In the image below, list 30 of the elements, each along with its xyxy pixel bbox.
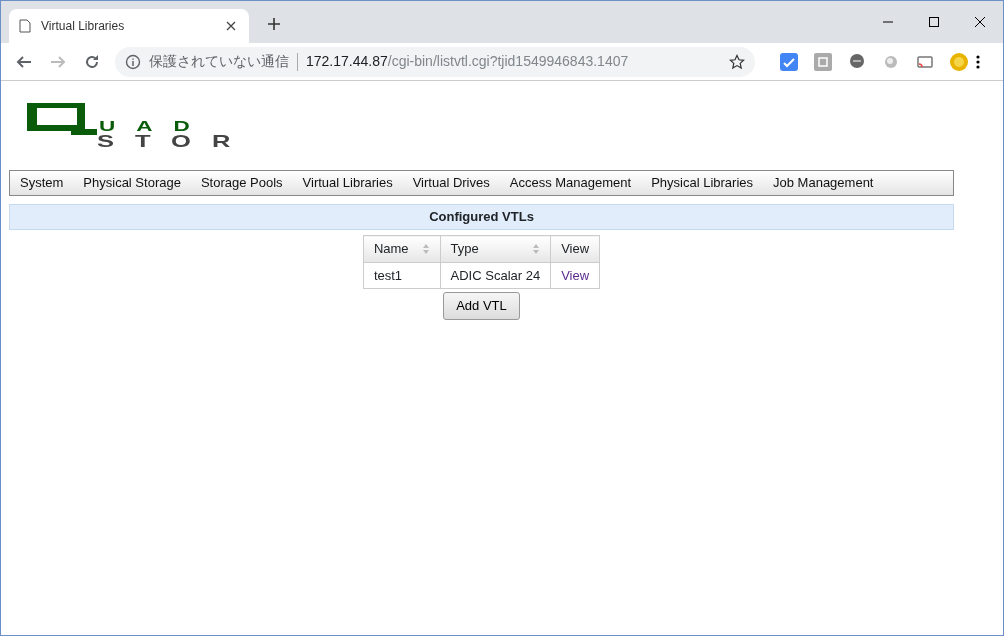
square-icon[interactable] [814,52,832,71]
menu-item[interactable]: System [10,173,74,193]
table-cell: ADIC Scalar 24 [440,262,551,289]
menu-item[interactable]: Job Management [763,173,884,193]
column-header: View [550,235,600,262]
sort-icon [421,242,430,255]
security-label: 保護されていない通信 [149,52,289,71]
menu-item[interactable]: Access Management [499,173,642,193]
logo-text: STOR [97,133,252,151]
star-icon[interactable] [729,53,745,70]
logo-text: UAD [99,118,212,133]
menu-item[interactable]: Virtual Libraries [292,173,403,193]
page-icon [19,19,31,33]
logo-mark-icon [27,103,99,135]
table-cell: test1 [363,262,441,289]
section-header: Configured VTLs [9,204,954,230]
address-bar[interactable]: 保護されていない通信 172.17.44.87/cgi-bin/listvtl.cgi?tjid1549946843.1407 [115,46,755,77]
menu-icon[interactable] [976,53,980,70]
add-vtl-button[interactable]: Add VTL [443,292,520,320]
menu-item[interactable]: Virtual Drives [402,173,500,193]
column-header[interactable]: Type [440,235,551,262]
checkmark-icon[interactable] [780,52,798,71]
sort-icon [532,242,541,255]
info-icon [125,53,141,70]
column-header[interactable]: Name [363,235,441,262]
tab-title: Virtual Libraries [41,18,126,35]
menu-item[interactable]: Physical Storage [73,173,191,193]
menu-item[interactable]: Physical Libraries [641,173,763,193]
url-text: 172.17.44.87/cgi-bin/listvtl.cgi?tjid1549946843.1407 [306,52,629,71]
menu-item[interactable]: Storage Pools [190,173,293,193]
